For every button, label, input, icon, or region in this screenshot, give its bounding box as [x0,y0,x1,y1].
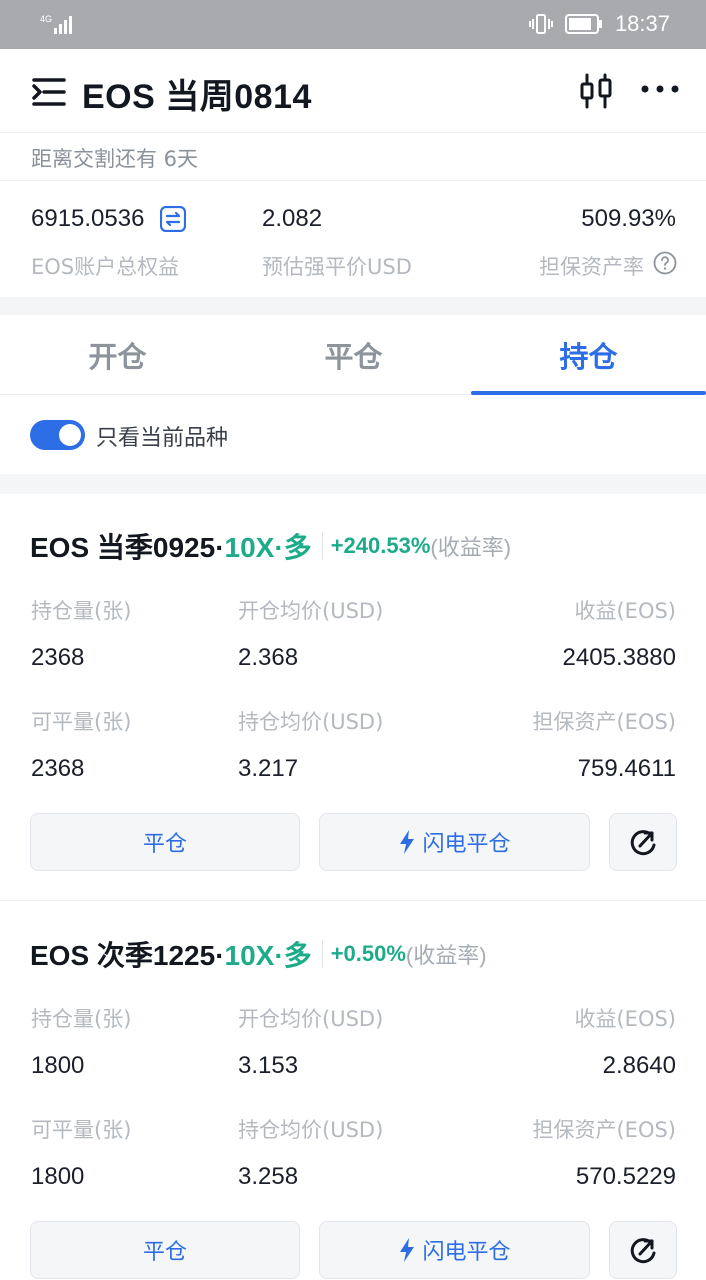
flash-close-label: 闪电平仓 [422,1240,511,1265]
position-card: EOS 次季1225· 10X·多 +0.50% (收益率) 持仓量(张) 开仓… [0,932,706,1280]
hold-avg-label: 持仓均价(USD) [238,710,384,734]
margin-value: 570.5229 [575,1163,676,1190]
section-divider [0,297,706,315]
hold-avg-value: 3.258 [238,1163,299,1190]
close-position-button[interactable]: 平仓 [30,813,300,871]
position-card: EOS 当季0925· 10X·多 +240.53% (收益率) 持仓量(张) … [0,524,706,880]
open-avg-label: 开仓均价(USD) [238,599,384,623]
card-divider [0,900,706,901]
account-summary: 6915.0536 EOS账户总权益 2.082 预估强平价USD 509.93… [0,181,706,297]
battery-icon [564,14,602,34]
help-icon[interactable] [653,251,677,275]
margin-ratio-label: 担保资产率 [539,255,644,279]
yield-label: (收益率) [405,943,487,968]
order-tabs: 开仓 平仓 持仓 [0,315,706,395]
current-symbol-toggle[interactable] [30,420,85,450]
margin-label: 担保资产(EOS) [532,1118,676,1142]
pnl-value: 2.8640 [602,1052,676,1079]
tab-close[interactable]: 平仓 [236,315,471,395]
leverage-direction: 10X·多 [224,940,312,971]
equity-value: 6915.0536 [31,205,145,232]
tab-positions[interactable]: 持仓 [471,315,706,395]
section-divider [0,474,706,494]
hold-avg-value: 3.217 [238,755,299,782]
position-title: EOS 当季0925· 10X·多 +240.53% (收益率) [30,524,511,568]
open-avg-label: 开仓均价(USD) [238,1007,384,1031]
delivery-countdown: 距离交割还有 6天 [0,133,706,181]
contract-name: EOS 当季0925· [30,532,225,563]
tab-open[interactable]: 开仓 [0,315,235,395]
signal-icon: 4G [40,14,72,34]
delivery-text: 距离交割还有 6天 [31,147,199,171]
pnl-value: 2405.3880 [562,644,676,671]
close-position-label: 平仓 [142,1240,187,1265]
lightning-icon [400,830,415,854]
page-title[interactable]: EOS 当周0814 [82,69,312,118]
menu-icon[interactable] [32,77,66,107]
toggle-knob [59,424,81,446]
share-icon [630,830,656,856]
liquidation-price-value: 2.082 [262,205,323,232]
share-icon [630,1238,656,1264]
margin-ratio-value: 509.93% [581,205,676,232]
leverage-direction: 10X·多 [224,532,312,563]
hold-qty-value: 1800 [31,1052,85,1079]
title-separator [321,940,323,968]
lightning-icon [400,1238,415,1262]
margin-label: 担保资产(EOS) [532,710,676,734]
app-header: EOS 当周0814 [0,49,706,133]
network-type: 4G [40,14,52,24]
closable-qty-label: 可平量(张) [31,710,132,734]
status-bar: 4G 18:37 [0,0,706,49]
hold-avg-label: 持仓均价(USD) [238,1118,384,1142]
active-tab-indicator [471,391,706,395]
filter-label: 只看当前品种 [96,426,229,451]
position-title: EOS 次季1225· 10X·多 +0.50% (收益率) [30,932,487,976]
clock: 18:37 [614,11,670,36]
swap-icon[interactable] [160,206,186,232]
pnl-label: 收益(EOS) [574,1007,676,1031]
liquidation-price-label: 预估强平价USD [262,255,412,279]
pnl-label: 收益(EOS) [574,599,676,623]
hold-qty-value: 2368 [31,644,85,671]
candlestick-icon[interactable] [578,73,614,109]
filter-row: 只看当前品种 [0,396,706,474]
yield-label: (收益率) [430,535,512,560]
vibrate-icon [528,14,553,34]
flash-close-button[interactable]: 闪电平仓 [319,813,590,871]
closable-qty-value: 2368 [31,755,85,782]
closable-qty-value: 1800 [31,1163,85,1190]
hold-qty-label: 持仓量(张) [31,1007,132,1031]
yield-value: +240.53% [330,533,431,558]
share-button[interactable] [609,813,677,871]
open-avg-value: 3.153 [238,1052,299,1079]
equity-label: EOS账户总权益 [31,255,180,279]
open-avg-value: 2.368 [238,644,299,671]
closable-qty-label: 可平量(张) [31,1118,132,1142]
close-position-label: 平仓 [142,832,187,857]
hold-qty-label: 持仓量(张) [31,599,132,623]
flash-close-label: 闪电平仓 [422,832,511,857]
share-button[interactable] [609,1221,677,1279]
more-icon[interactable] [640,81,680,97]
flash-close-button[interactable]: 闪电平仓 [319,1221,590,1279]
margin-value: 759.4611 [577,755,676,782]
title-separator [321,532,323,560]
close-position-button[interactable]: 平仓 [30,1221,300,1279]
yield-value: +0.50% [330,941,406,966]
contract-name: EOS 次季1225· [30,940,225,971]
